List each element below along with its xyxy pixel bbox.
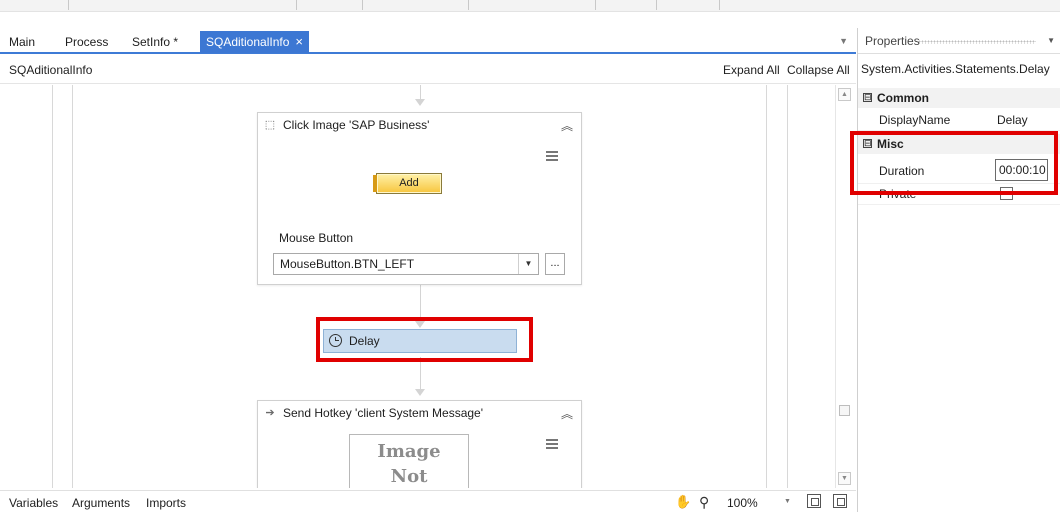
properties-title: Properties [865, 34, 920, 48]
sequence-border-line [766, 85, 767, 488]
connector-line [420, 285, 421, 321]
activity-header: ⬚ Click Image 'SAP Business' ︽ [258, 113, 581, 139]
mouse-button-select[interactable]: MouseButton.BTN_LEFT ▼ [273, 253, 539, 275]
toolbar-divider [296, 0, 297, 10]
toolbar-divider [362, 0, 363, 10]
tab-setinfo[interactable]: SetInfo * [132, 31, 178, 53]
category-common[interactable]: ⊟ Common [858, 88, 1060, 108]
chevron-down-icon[interactable]: ▼ [1047, 36, 1055, 45]
activity-title: Click Image 'SAP Business' [283, 118, 430, 132]
imports-tab[interactable]: Imports [146, 496, 186, 510]
connector-line [420, 85, 421, 99]
toolbar-divider [468, 0, 469, 10]
collapse-chevron-icon[interactable]: ︽ [561, 405, 573, 422]
activity-menu-icon[interactable] [545, 437, 559, 451]
sequence-border-line [52, 85, 53, 488]
category-name: Common [877, 91, 929, 105]
zoom-search-icon[interactable]: ⚲ [699, 494, 709, 511]
toolbar-divider [68, 0, 69, 10]
activity-header: ➔ Send Hotkey 'client System Message' ︽ [258, 401, 581, 427]
toolbar-divider [719, 0, 720, 10]
scrollbar-thumb[interactable] [839, 405, 850, 416]
highlight-box [850, 131, 1058, 195]
properties-panel: Properties ▼ System.Activities.Statement… [850, 28, 1060, 512]
toolbar-divider [595, 0, 596, 10]
breadcrumb[interactable]: SQAditionalInfo [9, 56, 92, 84]
expression-editor-button[interactable]: ... [545, 253, 565, 275]
properties-title-bar: Properties ▼ [858, 28, 1060, 54]
chevron-down-icon[interactable]: ▼ [784, 498, 791, 505]
toolbar-divider [656, 0, 657, 10]
mouse-button-value: MouseButton.BTN_LEFT [280, 257, 415, 271]
designer-status-bar: Variables Arguments Imports ✋ ⚲ 100% ▼ [0, 490, 856, 512]
activity-type-name: System.Activities.Statements.Delay [861, 62, 1050, 76]
panel-grip[interactable] [918, 40, 1036, 44]
hand-pan-icon[interactable]: ✋ [675, 494, 691, 510]
activity-title: Send Hotkey 'client System Message' [283, 406, 484, 420]
expand-all-button[interactable]: Expand All [723, 56, 780, 84]
workflow-canvas[interactable]: ⬚ Click Image 'SAP Business' ︽ Add Mouse… [0, 85, 856, 488]
image-placeholder-line: Image [377, 441, 441, 462]
sequence-border-line [787, 85, 788, 488]
mouse-button-label: Mouse Button [279, 231, 354, 245]
overview-icon[interactable] [833, 494, 847, 508]
close-icon[interactable]: × [295, 34, 303, 49]
send-hotkey-icon: ➔ [265, 407, 275, 419]
chevron-down-icon[interactable]: ▼ [518, 254, 538, 274]
click-image-activity[interactable]: ⬚ Click Image 'SAP Business' ︽ Add Mouse… [257, 112, 582, 285]
collapse-category-icon[interactable]: ⊟ [863, 93, 872, 102]
scroll-down-icon[interactable]: ▼ [838, 472, 851, 485]
designer-header: SQAditionalInfo Expand All Collapse All [0, 56, 856, 84]
tab-process[interactable]: Process [65, 31, 108, 53]
connector-arrow [415, 389, 425, 396]
image-placeholder: Image Not [349, 434, 469, 488]
workflow-designer-window: Main Process SetInfo * SQAditionalInfo × … [0, 0, 1060, 512]
highlight-box [316, 317, 533, 362]
add-button[interactable]: Add [373, 173, 442, 194]
collapse-all-button[interactable]: Collapse All [787, 56, 850, 84]
tab-list-dropdown-icon[interactable]: ▼ [839, 36, 848, 46]
variables-tab[interactable]: Variables [9, 496, 58, 510]
sequence-border-line [72, 85, 73, 488]
fit-to-screen-icon[interactable] [807, 494, 821, 508]
image-placeholder-line: Not [390, 466, 428, 487]
connector-arrow [415, 99, 425, 106]
activity-menu-icon[interactable] [545, 149, 559, 163]
collapse-chevron-icon[interactable]: ︽ [561, 117, 573, 134]
click-image-icon: ⬚ [264, 119, 276, 131]
property-row-displayname[interactable]: DisplayName Delay [858, 109, 1060, 131]
zoom-level[interactable]: 100% [727, 496, 758, 510]
property-key: DisplayName [879, 113, 951, 127]
tab-main[interactable]: Main [9, 31, 35, 53]
document-tab-bar: Main Process SetInfo * SQAditionalInfo × … [0, 28, 856, 54]
top-toolbar-strip [0, 0, 1060, 12]
tab-sqaditionalinfo[interactable]: SQAditionalInfo × [200, 31, 309, 53]
send-hotkey-activity[interactable]: ➔ Send Hotkey 'client System Message' ︽ … [257, 400, 582, 488]
tab-label: SQAditionalInfo [206, 35, 290, 49]
property-value[interactable]: Delay [997, 113, 1028, 127]
scroll-up-icon[interactable]: ▲ [838, 88, 851, 101]
arguments-tab[interactable]: Arguments [72, 496, 130, 510]
